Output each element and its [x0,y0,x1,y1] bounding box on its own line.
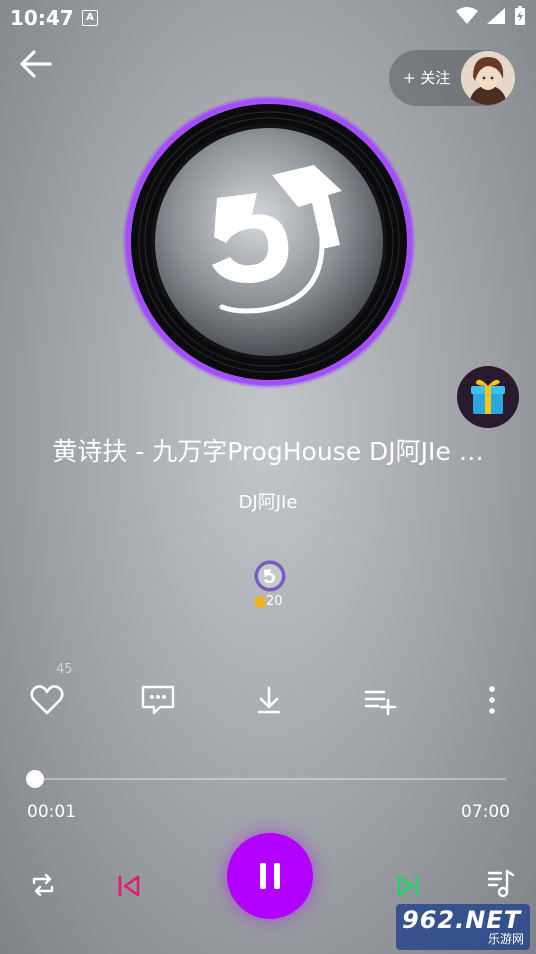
repeat-icon [32,873,54,897]
uploader[interactable]: 20 [248,560,292,616]
song-title: 黄诗扶 - 九万字ProgHouse DJ阿JIe … [52,437,484,466]
like-button[interactable] [27,680,67,720]
artist-name[interactable]: DJ阿JIe [0,488,536,514]
back-button[interactable] [18,48,54,80]
repeat-button[interactable] [24,866,62,904]
download-icon [257,686,281,714]
download-button[interactable] [249,680,289,720]
arrow-left-icon [20,50,52,78]
more-button[interactable] [472,680,512,720]
gift-button[interactable] [457,366,519,428]
next-button[interactable] [391,868,427,904]
add-to-playlist-button[interactable] [360,680,400,720]
more-icon [489,686,495,714]
coin-count: 20 [266,594,283,609]
add-to-playlist-icon [364,690,397,716]
heart-icon [30,685,64,715]
system-icons [456,6,526,26]
comment-button[interactable] [138,680,178,720]
uploader-avatar[interactable] [254,560,286,592]
progress-bar[interactable] [25,770,506,788]
gift-icon [471,379,505,414]
playlist-button[interactable] [482,864,520,902]
coin-icon [254,596,266,608]
current-time: 00:01 [27,802,76,822]
artist-avatar[interactable] [461,51,515,105]
previous-button[interactable] [110,868,146,904]
album-disc[interactable] [122,95,416,389]
comment-icon [141,685,175,715]
status-time: 10:47 [10,6,74,30]
pause-icon [260,863,280,889]
playlist-icon [487,869,515,898]
battery-charging-icon [515,6,525,25]
action-row [0,670,536,730]
previous-icon [118,875,140,897]
next-icon [397,875,419,897]
pause-button[interactable] [227,833,313,919]
follow-label: + 关注 [403,69,451,87]
watermark-bottom: 乐游网 [487,932,524,946]
total-time: 07:00 [461,802,510,822]
wifi-icon [456,7,478,24]
progress-knob[interactable] [25,770,44,788]
status-bar: 10:47 A [0,0,536,36]
watermark-logo: 962.NET 乐游网 [396,904,530,950]
signal-icon [487,8,505,24]
notification-icon: A [82,10,98,26]
